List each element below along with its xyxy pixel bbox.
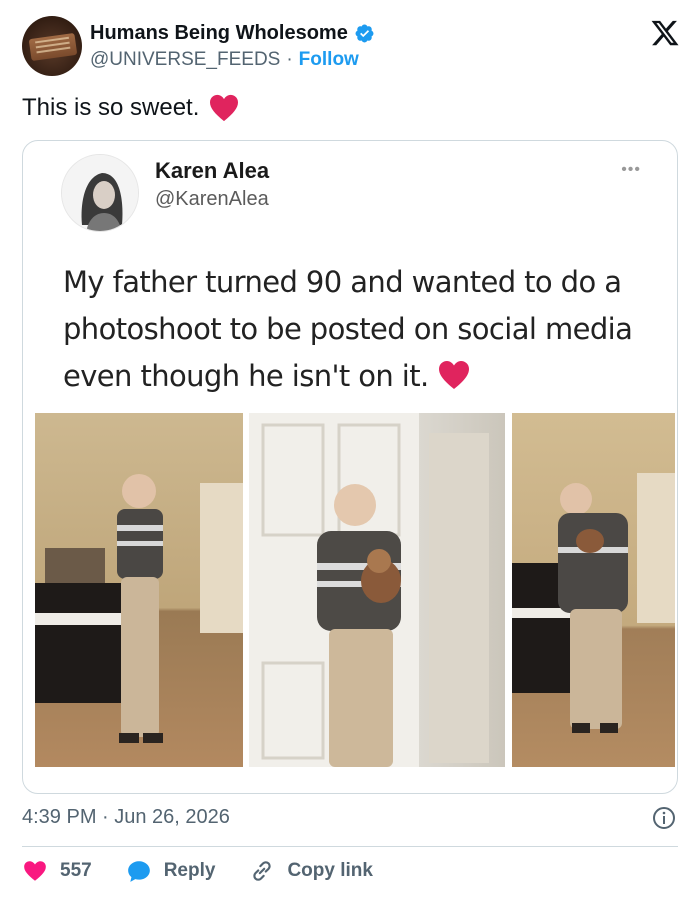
photo-hugging-dog[interactable] [512,413,675,767]
link-icon [253,861,272,881]
reply-icon [127,861,150,882]
quoted-text: My father turned 90 and wanted to do a p… [63,265,633,393]
action-bar: 557 Reply Copy link [22,856,407,886]
account-name-row: Humans Being Wholesome [90,22,375,45]
quoted-handle[interactable]: @KarenAlea [155,188,269,211]
more-options-icon[interactable]: ••• [621,161,641,179]
post-timestamp[interactable]: 4:39 PM · Jun 26, 2026 [22,806,230,829]
photo-grid [35,413,675,767]
divider [22,846,678,847]
quoted-text-block: My father turned 90 and wanted to do a p… [63,259,653,400]
red-heart-emoji [439,361,470,389]
copy-link-button[interactable]: Copy link [249,858,373,884]
heart-icon [24,861,46,881]
verified-icon [355,24,374,43]
like-button[interactable]: 557 [22,858,92,884]
tweet-header: Humans Being Wholesome @UNIVERSE_FEEDS ·… [22,16,682,80]
reply-button[interactable]: Reply [126,858,216,884]
copy-link-label: Copy link [287,860,373,881]
display-name[interactable]: Humans Being Wholesome [90,22,348,45]
avatar[interactable] [22,16,82,76]
handle-row: @UNIVERSE_FEEDS · Follow [90,49,359,71]
tweet-text: This is so sweet. [22,94,200,121]
follow-button[interactable]: Follow [299,49,359,71]
reply-label: Reply [163,860,216,881]
quoted-avatar[interactable] [61,154,139,232]
quoted-post[interactable]: Karen Alea @KarenAlea ••• My father turn… [22,140,678,794]
separator-dot: · [286,49,293,70]
photo-by-piano[interactable] [35,413,243,767]
red-heart-emoji [210,94,239,122]
quoted-display-name[interactable]: Karen Alea [155,158,269,184]
x-logo-icon[interactable] [650,18,680,48]
tweet-text-row: This is so sweet. [22,94,239,122]
info-icon[interactable] [652,806,676,830]
like-count: 557 [60,860,92,881]
photo-at-door-with-dog[interactable] [249,413,505,767]
account-handle[interactable]: @UNIVERSE_FEEDS [90,49,280,71]
